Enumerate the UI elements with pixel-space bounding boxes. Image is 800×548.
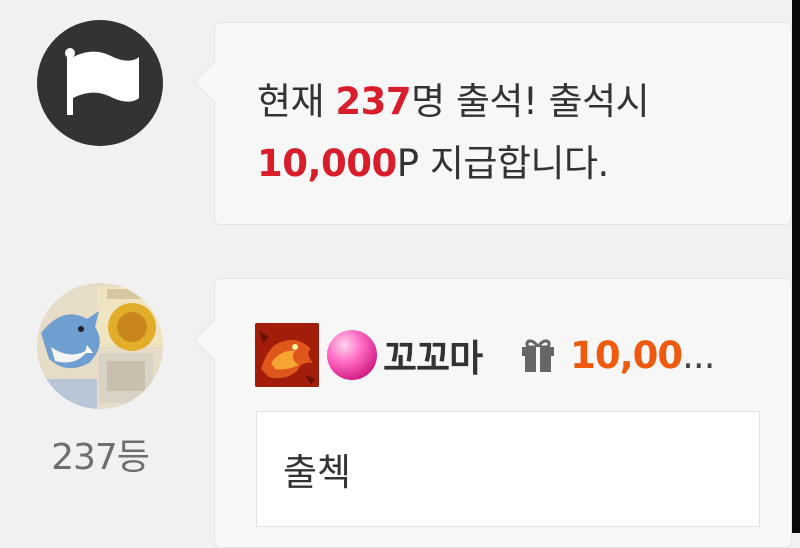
gift-points: 10,00... — [570, 333, 715, 377]
user-info-line: 꼬꼬마 10,00... — [255, 323, 775, 387]
attendance-notice-bubble: 현재 237명 출석! 출석시 10,000P 지급합니다. — [194, 22, 792, 225]
pink-orb-icon — [327, 330, 377, 380]
rank-label: 237등 — [51, 437, 150, 478]
gift-icon — [522, 339, 555, 372]
level-badge-icon — [255, 323, 319, 387]
notice-text-suffix: P 지급합니다. — [396, 142, 610, 185]
user-avatar[interactable] — [37, 283, 163, 409]
user-nickname[interactable]: 꼬꼬마 — [383, 328, 483, 382]
comment-text: 출첵 — [283, 451, 352, 494]
reward-amount: 10,000 — [257, 142, 397, 185]
attendance-count: 237 — [335, 80, 412, 123]
comment-box: 출첵 — [256, 411, 760, 527]
flag-icon — [37, 20, 163, 146]
attendance-comment-bubble: 꼬꼬마 10,00... 출첵 — [194, 278, 792, 548]
notice-text-prefix: 현재 — [257, 80, 336, 123]
gift-points-ellipsis: ... — [682, 333, 715, 377]
gift-points-value: 10,00 — [570, 333, 683, 377]
attendance-notice-text: 현재 237명 출석! 출석시 10,000P 지급합니다. — [257, 71, 771, 195]
scrollbar-edge — [792, 0, 800, 533]
notice-text-middle: 명 출석! 출석시 — [411, 80, 650, 123]
